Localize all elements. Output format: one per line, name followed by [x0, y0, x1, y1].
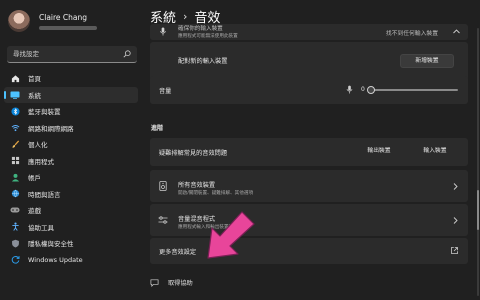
scrollbar-thumb[interactable]: [477, 190, 479, 230]
input-device-card[interactable]: 確保你的輸入裝置 應用程式可能無法使用此裝置 找不到任何輸入裝置: [150, 24, 468, 40]
troubleshoot-label: 疑難排解常見的音效問題: [159, 150, 228, 157]
sidebar-item-label: 隱私權與安全性: [28, 240, 74, 249]
brush-icon: [10, 139, 20, 149]
sidebar-item-label: 時間與語言: [28, 190, 61, 199]
get-help-label: 取得協助: [168, 280, 193, 287]
network-icon: [10, 123, 20, 133]
sidebar-item-accessibility[interactable]: 協助工具: [4, 219, 138, 236]
chevron-right-icon: [453, 217, 458, 224]
sidebar-item-label: 系統: [28, 91, 41, 100]
globe-clock-icon: [10, 189, 20, 199]
add-device-button[interactable]: 新增裝置: [400, 54, 454, 68]
sidebar-item-accounts[interactable]: 帳戶: [4, 169, 138, 186]
game-icon: [10, 205, 20, 215]
sidebar-item-bluetooth[interactable]: 藍牙與裝置: [4, 103, 138, 120]
annotation-arrow: [207, 211, 255, 259]
sidebar-item-windows-update[interactable]: Windows Update: [4, 252, 138, 269]
bluetooth-icon: [10, 106, 20, 116]
volume-slider-thumb[interactable]: [367, 86, 375, 94]
volume-value: 0: [361, 86, 365, 93]
profile-name: Claire Chang: [39, 12, 88, 22]
get-help-link[interactable]: 取得協助: [150, 278, 193, 287]
main-content: 系統 › 音效 確保你的輸入裝置 應用程式可能無法使用此裝置 找不到任何輸入裝置…: [142, 0, 480, 300]
accessibility-icon: [10, 222, 20, 232]
advanced-heading: 進階: [151, 125, 164, 132]
troubleshoot-row: 疑難排解常見的音效問題 輸出裝置 輸入裝置: [150, 138, 468, 166]
microphone-icon: [160, 27, 166, 36]
scrollbar-track[interactable]: [477, 28, 479, 296]
avatar: [8, 10, 30, 32]
more-sound-settings-label: 更多音效設定: [159, 249, 197, 256]
apps-icon: [10, 156, 20, 166]
input-device-status: 找不到任何輸入裝置: [385, 31, 438, 37]
all-sound-devices-sub: 開啟/關閉裝置、疑難排解、其他選項: [178, 191, 254, 196]
search-icon[interactable]: [123, 50, 131, 58]
pair-input-label: 配對新的輸入裝置: [178, 58, 228, 65]
speaker-device-icon: [159, 181, 167, 191]
all-sound-devices-label: 所有音效裝置: [178, 182, 216, 189]
sidebar-item-gaming[interactable]: 遊戲: [4, 202, 138, 219]
sidebar-item-home[interactable]: 首頁: [4, 70, 138, 87]
output-devices-button[interactable]: 輸出裝置: [356, 145, 402, 159]
sidebar-item-label: 藍牙與裝置: [28, 108, 61, 117]
input-volume-row: 音量 0: [150, 76, 468, 104]
mixer-icon: [158, 216, 168, 224]
update-icon: [10, 255, 20, 265]
volume-slider[interactable]: [367, 86, 458, 94]
sidebar-item-apps[interactable]: 應用程式: [4, 153, 138, 170]
help-icon: [150, 279, 159, 287]
sidebar: Claire Chang 首頁 系統 藍牙與裝置 網路和網際網路 個人化: [0, 0, 142, 300]
sidebar-item-label: 遊戲: [28, 207, 41, 216]
breadcrumb-separator: ›: [183, 10, 188, 23]
sidebar-item-label: Windows Update: [28, 255, 83, 264]
account-icon: [10, 172, 20, 182]
sidebar-item-system[interactable]: 系統: [4, 86, 138, 103]
sidebar-item-privacy-security[interactable]: 隱私權與安全性: [4, 235, 138, 252]
pair-input-row: 配對新的輸入裝置 新增裝置: [150, 42, 468, 80]
external-link-icon: [451, 247, 458, 254]
sidebar-item-label: 帳戶: [28, 174, 41, 183]
volume-label: 音量: [159, 88, 172, 95]
search-input[interactable]: [13, 50, 123, 58]
input-devices-button[interactable]: 輸入裝置: [412, 145, 458, 159]
sidebar-item-personalization[interactable]: 個人化: [4, 136, 138, 153]
sidebar-nav: 首頁 系統 藍牙與裝置 網路和網際網路 個人化 應用程式 帳戶 時間與語言 遊戲…: [4, 70, 138, 268]
home-icon: [10, 73, 20, 83]
user-profile[interactable]: Claire Chang: [8, 10, 97, 32]
chevron-up-icon[interactable]: [453, 29, 460, 34]
chevron-right-icon: [453, 183, 458, 190]
sidebar-item-time-language[interactable]: 時間與語言: [4, 186, 138, 203]
system-icon: [10, 90, 20, 100]
input-device-label: 確保你的輸入裝置: [178, 26, 223, 32]
sidebar-item-network[interactable]: 網路和網際網路: [4, 120, 138, 137]
sidebar-item-label: 首頁: [28, 75, 41, 84]
all-sound-devices-row[interactable]: 所有音效裝置 開啟/關閉裝置、疑難排解、其他選項: [150, 170, 468, 202]
sidebar-item-label: 個人化: [28, 141, 48, 150]
microphone-icon[interactable]: [346, 85, 353, 94]
sidebar-item-label: 網路和網際網路: [28, 124, 74, 133]
shield-icon: [10, 238, 20, 248]
sidebar-item-label: 協助工具: [28, 223, 54, 232]
search-box[interactable]: [7, 46, 137, 63]
input-device-sub: 應用程式可能無法使用此裝置: [178, 34, 238, 39]
profile-email-redacted: [39, 25, 97, 30]
sidebar-item-label: 應用程式: [28, 157, 54, 166]
